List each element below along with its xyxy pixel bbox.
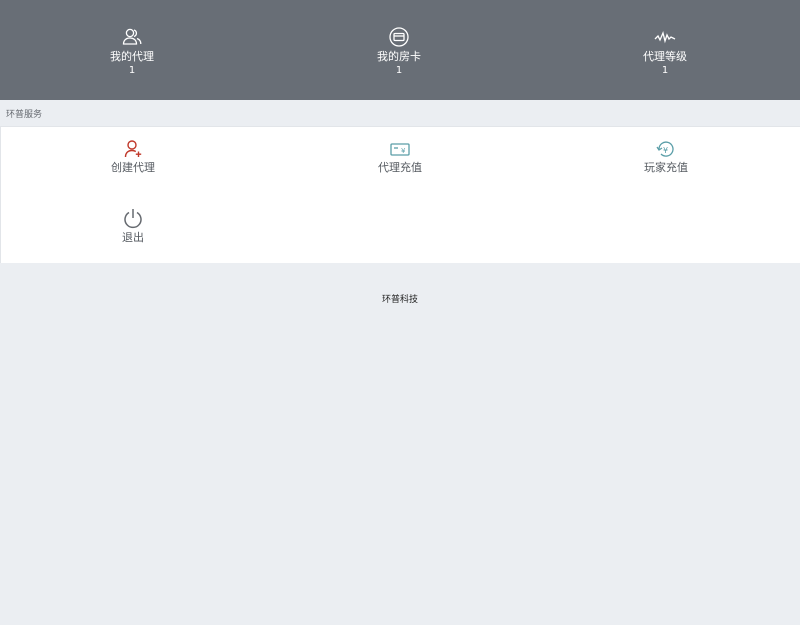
logout-button[interactable]: 退出 xyxy=(73,207,193,245)
services-panel: 创建代理 ¥ 代理充值 ¥ 玩家充值 退出 xyxy=(0,126,800,263)
logout-label: 退出 xyxy=(122,231,144,244)
svg-text:¥: ¥ xyxy=(401,147,406,155)
power-icon xyxy=(73,207,193,229)
header-stats-bar: 我的代理 1 我的房卡 1 代理等级 1 xyxy=(0,0,800,100)
stat-my-agents[interactable]: 我的代理 1 xyxy=(72,27,192,78)
stat-my-room-cards[interactable]: 我的房卡 1 xyxy=(339,27,459,78)
stat-value: 1 xyxy=(661,65,669,76)
stat-label: 我的房卡 xyxy=(377,50,421,63)
users-icon xyxy=(72,27,192,47)
player-recharge-label: 玩家充值 xyxy=(644,161,688,174)
stat-agent-level[interactable]: 代理等级 1 xyxy=(605,27,725,78)
add-user-icon xyxy=(73,139,193,159)
yen-refresh-icon: ¥ xyxy=(606,139,726,159)
stat-value: 1 xyxy=(395,65,403,76)
agent-recharge-label: 代理充值 xyxy=(378,161,422,174)
agent-recharge-button[interactable]: ¥ 代理充值 xyxy=(340,139,460,175)
card-icon xyxy=(339,27,459,47)
stat-label: 我的代理 xyxy=(110,50,154,63)
stat-value: 1 xyxy=(128,65,136,76)
services-section-title: 环普服务 xyxy=(6,110,43,120)
recharge-card-icon: ¥ xyxy=(340,139,460,159)
stat-label: 代理等级 xyxy=(643,50,687,63)
player-recharge-button[interactable]: ¥ 玩家充值 xyxy=(606,139,726,175)
footer-copyright: 环普科技 xyxy=(381,295,418,305)
wave-icon xyxy=(605,27,725,47)
create-agent-button[interactable]: 创建代理 xyxy=(73,139,193,175)
svg-text:¥: ¥ xyxy=(663,146,668,155)
create-agent-label: 创建代理 xyxy=(111,161,155,174)
